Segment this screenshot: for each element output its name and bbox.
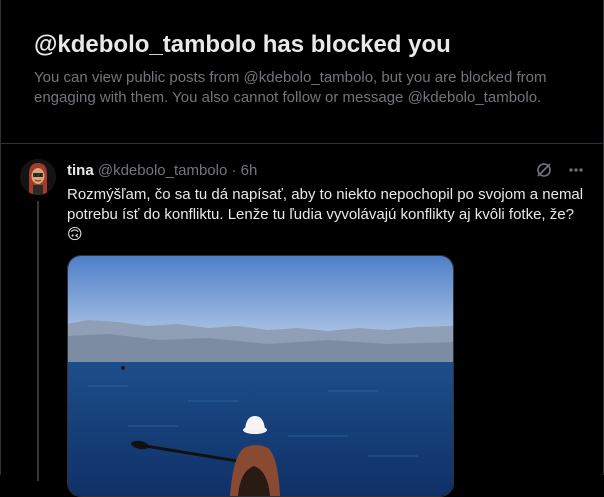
blocked-title: @kdebolo_tambolo has blocked you [34,31,451,58]
post-text: Rozmýšľam, čo sa tu dá napísať, aby to n… [67,186,584,243]
grok-icon[interactable] [535,161,553,179]
thread-line [37,201,39,481]
user-handle[interactable]: @kdebolo_tambolo [98,162,227,179]
separator-dot: · [231,162,237,179]
blocked-notice: @kdebolo_tambolo has blocked you You can… [1,0,603,144]
avatar-image [20,159,56,195]
photo-paddleboard-sea [68,256,453,496]
post-actions [535,161,585,179]
more-icon[interactable] [567,161,585,179]
display-name[interactable]: tina [67,162,94,179]
post-photo[interactable] [67,255,454,497]
post-header: tina @kdebolo_tambolo · 6h [67,161,257,181]
blocked-description: You can view public posts from @kdebolo_… [34,69,547,106]
timeline-column: @kdebolo_tambolo has blocked you You can… [0,0,604,497]
timestamp[interactable]: 6h [241,162,258,179]
avatar[interactable] [20,159,56,195]
post[interactable]: tina @kdebolo_tambolo · 6h Rozmýšľam, čo… [1,145,603,497]
